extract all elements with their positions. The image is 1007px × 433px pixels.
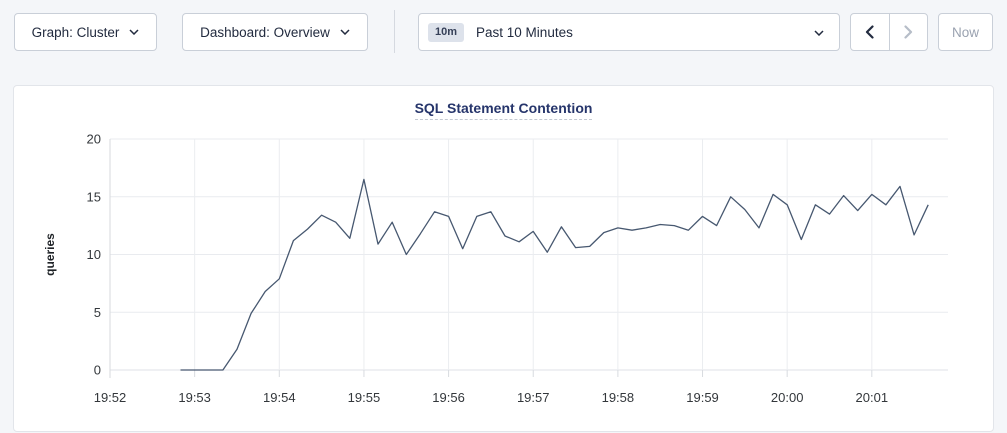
chart-card: 0 5 10 15 20 19:52 19:53 19:54 19:55 19:56 19:57 19… [13,85,994,432]
y-tick-label: 20 [87,132,101,147]
chevron-down-icon [340,29,350,35]
x-tick-label: 19:55 [348,390,381,405]
x-tick-label: 20:00 [771,390,804,405]
chevron-down-icon [129,29,139,35]
y-tick-label: 5 [94,305,101,320]
dashboard-dropdown[interactable]: Dashboard: Overview [182,13,368,51]
x-tick-label: 19:56 [432,390,465,405]
now-button-label: Now [952,25,979,40]
x-tick-label: 19:54 [263,390,296,405]
toolbar-divider [394,10,395,53]
y-tick-label: 0 [94,363,101,378]
chevron-right-icon [904,25,913,39]
y-axis-label: queries [43,233,57,276]
x-tick-label: 19:52 [94,390,127,405]
time-step-button-group [850,13,928,51]
sql-contention-chart[interactable]: 0 5 10 15 20 19:52 19:53 19:54 19:55 19:56 19:57 19… [14,86,995,433]
y-tick-label: 10 [87,247,101,262]
chevron-down-icon [814,30,824,36]
time-range-badge: 10m [428,23,464,42]
graph-dropdown[interactable]: Graph: Cluster [14,13,157,51]
time-range-label: Past 10 Minutes [476,25,573,40]
step-forward-button[interactable] [889,14,928,50]
step-back-button[interactable] [851,14,889,50]
x-tick-label: 20:01 [856,390,889,405]
x-tick-label: 19:57 [517,390,550,405]
chevron-left-icon [865,25,874,39]
now-button[interactable]: Now [938,13,993,51]
x-tick-label: 19:59 [686,390,719,405]
chart-gridlines [110,139,948,377]
chart-title-row: SQL Statement Contention [14,100,993,120]
x-tick-label: 19:53 [178,390,211,405]
dashboard-dropdown-label: Dashboard: Overview [200,25,330,40]
data-line [181,179,929,370]
chart-title[interactable]: SQL Statement Contention [415,100,593,120]
x-tick-label: 19:58 [602,390,635,405]
y-tick-label: 15 [87,189,101,204]
time-range-selector[interactable]: 10m Past 10 Minutes [418,13,840,51]
graph-dropdown-label: Graph: Cluster [32,25,120,40]
